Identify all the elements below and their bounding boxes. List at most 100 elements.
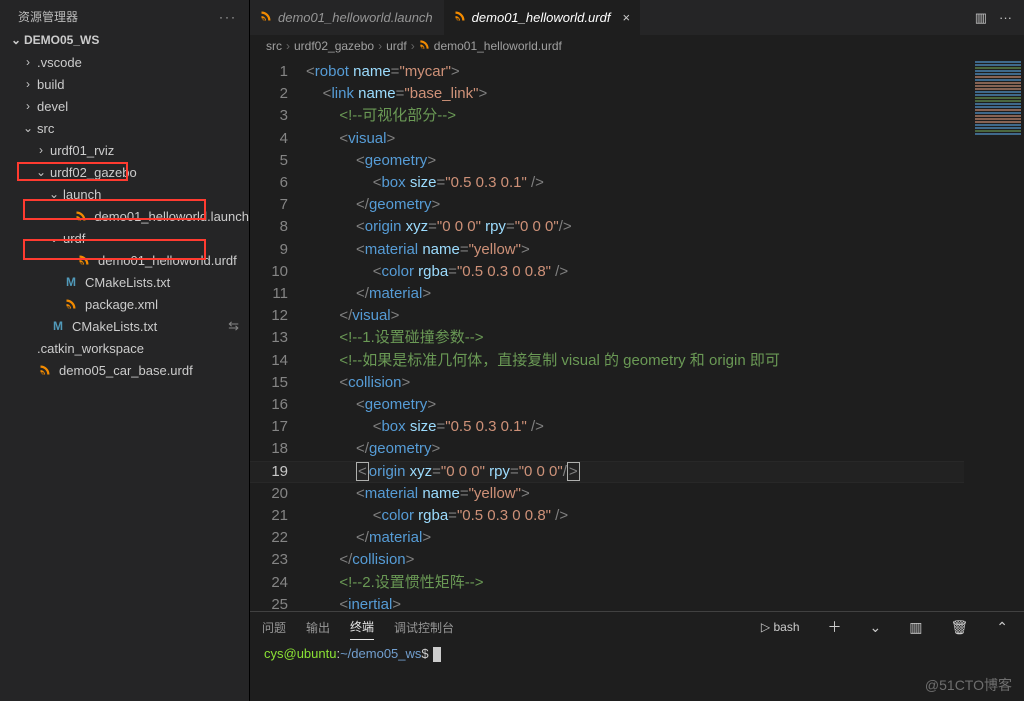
tree-item[interactable]: demo01_helloworld.urdf	[0, 249, 249, 271]
twistie-icon: ›	[21, 77, 35, 91]
tree-item[interactable]: M CMakeLists.txt	[0, 271, 249, 293]
breadcrumb-item[interactable]: src	[266, 39, 282, 53]
workbench: 资源管理器 ··· ⌄ DEMO05_WS ›.vscode›build›dev…	[0, 0, 1024, 701]
terminal-user: cys@ubuntu	[264, 646, 336, 661]
watermark: @51CTO博客	[925, 675, 1012, 695]
tree-item-label: CMakeLists.txt	[85, 275, 170, 290]
terminal-dollar: $	[421, 646, 428, 661]
twistie-icon	[47, 275, 61, 289]
twistie-icon: ⌄	[21, 121, 35, 135]
twistie-icon	[47, 297, 61, 311]
rss-icon	[63, 296, 79, 312]
editor-group: demo01_helloworld.launchdemo01_helloworl…	[250, 0, 1024, 701]
rss-icon	[454, 10, 466, 25]
twistie-icon	[60, 253, 74, 267]
tree-item-label: urdf	[63, 231, 85, 246]
bottom-panel: 问题输出终端调试控制台 ▷ bash ＋ ⌄ ▥ 🗑 ⌃ cys@ubuntu:~/demo…	[250, 611, 1024, 701]
editor[interactable]: 1234567891011121314151617181920212223242…	[250, 57, 1024, 611]
chevron-down-icon[interactable]: ⌄	[866, 619, 886, 636]
sidebar-title: 资源管理器	[18, 8, 78, 25]
breadcrumb-item[interactable]: urdf02_gazebo	[294, 39, 374, 53]
line-gutter: 1234567891011121314151617181920212223242…	[250, 57, 306, 611]
file-tree[interactable]: ›.vscode›build›devel⌄src›urdf01_rviz⌄urd…	[0, 51, 249, 701]
panel-tab[interactable]: 调试控制台	[394, 615, 454, 640]
new-terminal-icon[interactable]: ＋	[824, 617, 846, 637]
tree-item-label: demo01_helloworld.urdf	[98, 253, 237, 268]
tree-item[interactable]: ⌄src	[0, 117, 249, 139]
twistie-icon: ›	[21, 55, 35, 69]
breadcrumb-item[interactable]: demo01_helloworld.urdf	[434, 39, 562, 53]
breadcrumb-item[interactable]: urdf	[386, 39, 407, 53]
tree-item-label: package.xml	[85, 297, 158, 312]
panel-tab[interactable]: 输出	[306, 615, 330, 640]
terminal-path: ~/demo05_ws	[340, 646, 421, 661]
chevron-right-icon: ›	[378, 39, 382, 53]
tree-item[interactable]: package.xml	[0, 293, 249, 315]
rss-icon	[260, 10, 272, 25]
rss-icon	[76, 252, 92, 268]
trash-icon[interactable]: 🗑	[946, 619, 972, 636]
tree-item[interactable]: ›urdf01_rviz	[0, 139, 249, 161]
more-icon[interactable]: ···	[999, 10, 1012, 25]
chevron-right-icon: ›	[286, 39, 290, 53]
split-editor-icon[interactable]: ▥	[975, 10, 987, 26]
editor-tab[interactable]: demo01_helloworld.urdf ×	[444, 0, 641, 35]
tree-item[interactable]: M CMakeLists.txt ⇆	[0, 315, 249, 337]
workspace-row[interactable]: ⌄ DEMO05_WS	[0, 29, 249, 51]
split-terminal-icon[interactable]: ▥	[905, 619, 926, 636]
tree-item-label: CMakeLists.txt	[72, 319, 157, 334]
tab-label: demo01_helloworld.urdf	[472, 10, 611, 25]
chevron-up-icon[interactable]: ⌃	[992, 619, 1012, 636]
sidebar-explorer: 资源管理器 ··· ⌄ DEMO05_WS ›.vscode›build›dev…	[0, 0, 250, 701]
rss-icon	[74, 208, 88, 224]
link-icon: ⇆	[228, 318, 249, 334]
tree-item[interactable]: ›build	[0, 73, 249, 95]
twistie-icon: ›	[21, 99, 35, 113]
twistie-icon	[21, 341, 35, 355]
terminal[interactable]: cys@ubuntu:~/demo05_ws$	[250, 642, 1024, 701]
terminal-bash-label[interactable]: ▷ bash	[757, 620, 804, 634]
rss-icon	[37, 362, 53, 378]
tree-item[interactable]: ⌄launch	[0, 183, 249, 205]
tree-item-label: build	[37, 77, 64, 92]
close-icon[interactable]: ×	[622, 10, 630, 25]
chevron-right-icon: ›	[411, 39, 415, 53]
chevron-down-icon: ⌄	[8, 33, 24, 47]
tree-item-label: demo01_helloworld.launch	[94, 209, 249, 224]
code-area[interactable]: <robot name="mycar"> <link name="base_li…	[306, 57, 1024, 611]
tree-item-label: demo05_car_base.urdf	[59, 363, 193, 378]
current-line-highlight	[250, 461, 964, 483]
tree-item-label: devel	[37, 99, 68, 114]
m-icon: M	[63, 274, 79, 290]
tree-item[interactable]: ›devel	[0, 95, 249, 117]
twistie-icon	[60, 209, 72, 223]
panel-tab[interactable]: 问题	[262, 615, 286, 640]
tree-item-label: urdf02_gazebo	[50, 165, 137, 180]
tree-item[interactable]: demo05_car_base.urdf	[0, 359, 249, 381]
twistie-icon: ⌄	[34, 165, 48, 179]
sidebar-more-icon[interactable]: ···	[219, 10, 237, 24]
tab-label: demo01_helloworld.launch	[278, 10, 433, 25]
editor-tab[interactable]: demo01_helloworld.launch	[250, 0, 444, 35]
tree-item[interactable]: ⌄urdf02_gazebo	[0, 161, 249, 183]
tree-item-label: .vscode	[37, 55, 82, 70]
tree-item-label: launch	[63, 187, 101, 202]
terminal-cursor	[433, 647, 441, 662]
tree-item-label: urdf01_rviz	[50, 143, 114, 158]
tree-item[interactable]: demo01_helloworld.launch	[0, 205, 249, 227]
breadcrumb[interactable]: src › urdf02_gazebo › urdf › demo01_helloworld…	[250, 35, 1024, 57]
twistie-icon	[34, 319, 48, 333]
tree-item-label: src	[37, 121, 54, 136]
workspace-name: DEMO05_WS	[24, 33, 99, 47]
rss-icon	[419, 39, 430, 53]
twistie-icon	[21, 363, 35, 377]
sidebar-header: 资源管理器 ···	[0, 0, 249, 29]
tree-item[interactable]: ›.vscode	[0, 51, 249, 73]
twistie-icon: ⌄	[47, 231, 61, 245]
tree-item[interactable]: .catkin_workspace	[0, 337, 249, 359]
minimap[interactable]	[972, 57, 1024, 177]
m-icon: M	[50, 318, 66, 334]
twistie-icon: ⌄	[47, 187, 61, 201]
panel-tab[interactable]: 终端	[350, 614, 374, 640]
tree-item[interactable]: ⌄urdf	[0, 227, 249, 249]
